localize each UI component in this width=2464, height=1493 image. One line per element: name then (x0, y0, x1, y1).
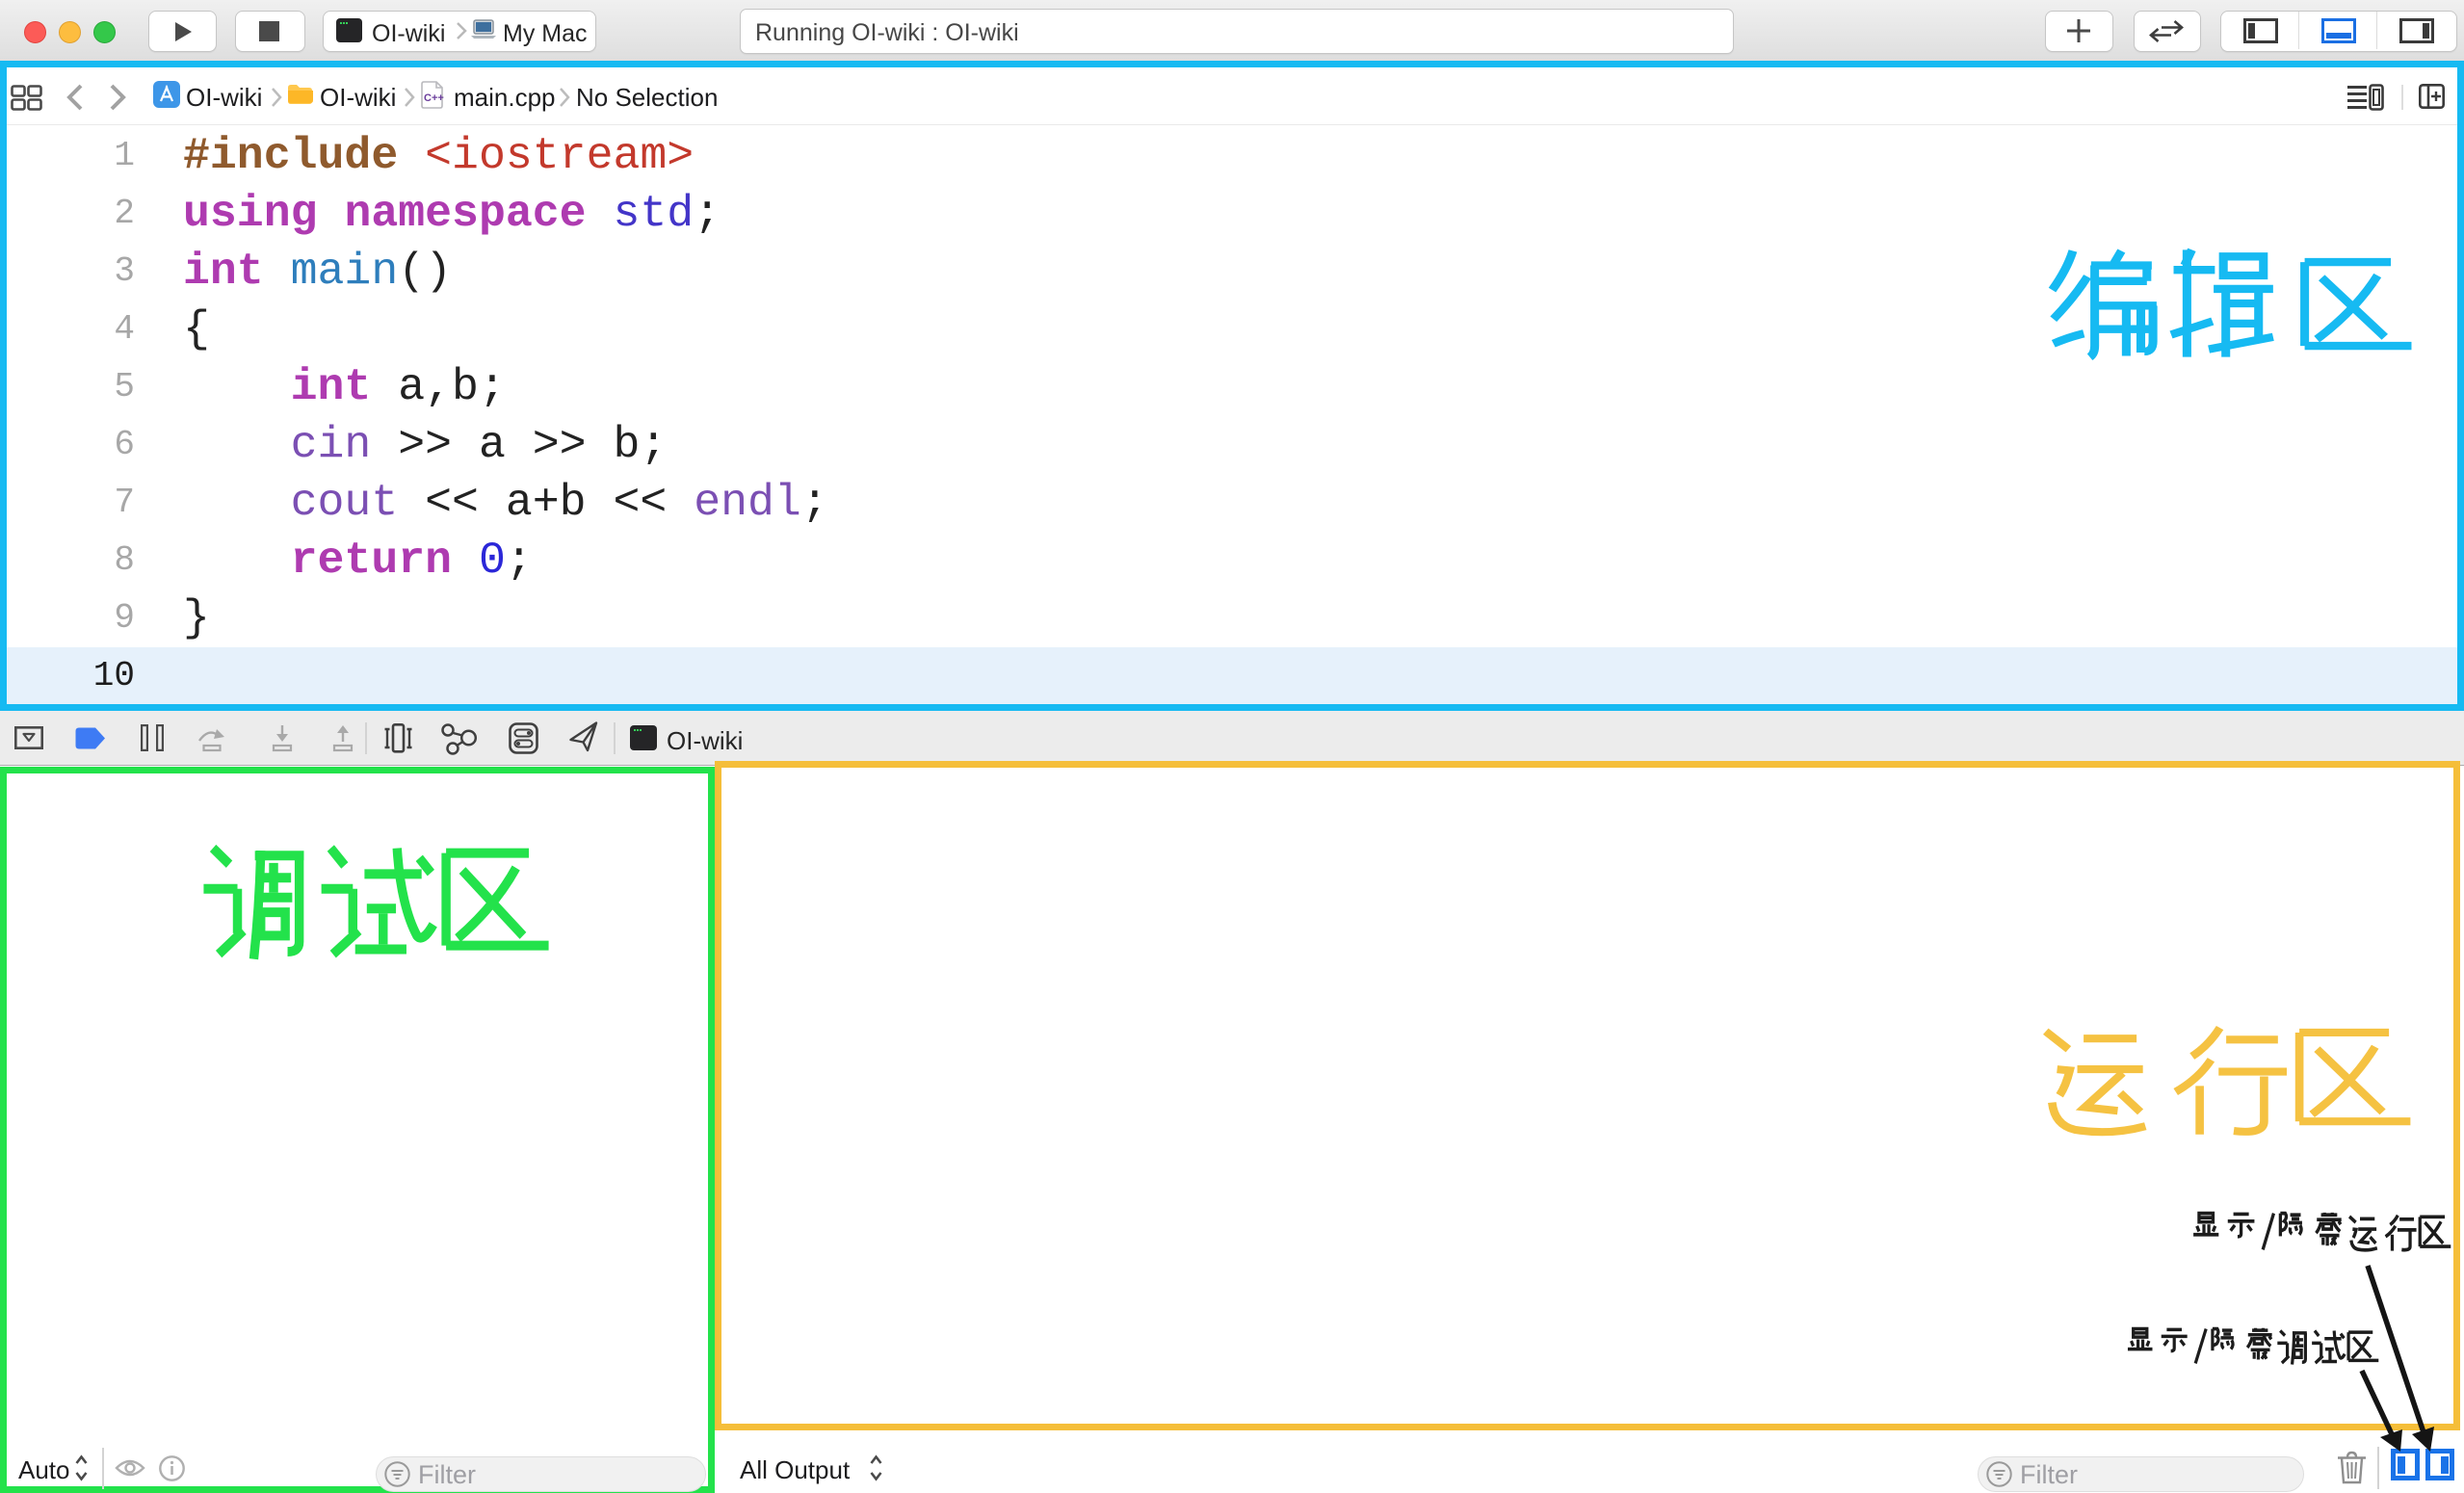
svg-text:C++: C++ (424, 92, 444, 104)
